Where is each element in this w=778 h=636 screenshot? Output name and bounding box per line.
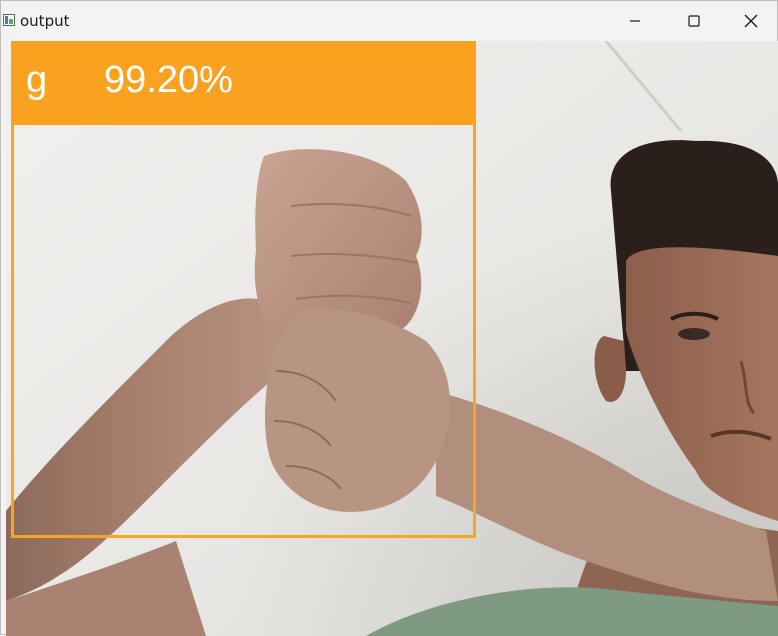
window-title: output (20, 12, 70, 30)
detection-class-label: g (26, 59, 48, 101)
title-bar[interactable]: output (1, 1, 777, 41)
app-icon (3, 14, 15, 26)
close-button[interactable] (724, 1, 778, 41)
detection-label-banner: g 99.20% (11, 41, 476, 125)
close-icon (744, 14, 758, 28)
app-window: output g 99.20% (0, 0, 778, 636)
camera-frame: g 99.20% (6, 41, 778, 636)
detection-confidence: 99.20% (104, 59, 233, 101)
maximize-button[interactable] (665, 1, 723, 41)
minimize-button[interactable] (606, 1, 664, 41)
maximize-icon (688, 15, 700, 27)
minimize-icon (630, 20, 640, 22)
